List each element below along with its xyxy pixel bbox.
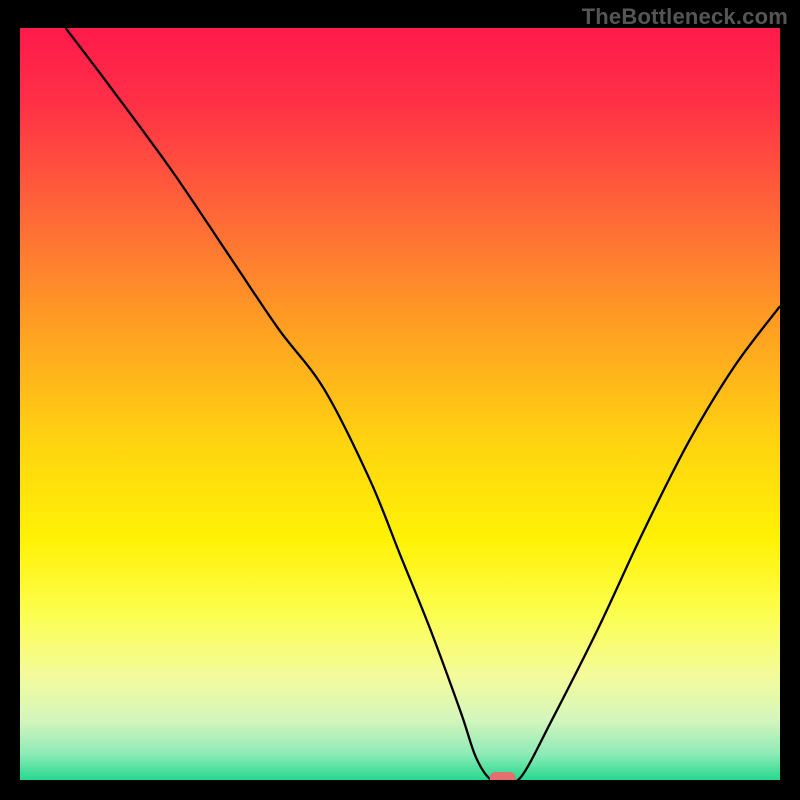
min-marker (490, 772, 516, 780)
plot-area (20, 28, 780, 780)
chart-frame: TheBottleneck.com (0, 0, 800, 800)
gradient-background (20, 28, 780, 780)
watermark-text: TheBottleneck.com (582, 4, 788, 30)
chart-svg (20, 28, 780, 780)
